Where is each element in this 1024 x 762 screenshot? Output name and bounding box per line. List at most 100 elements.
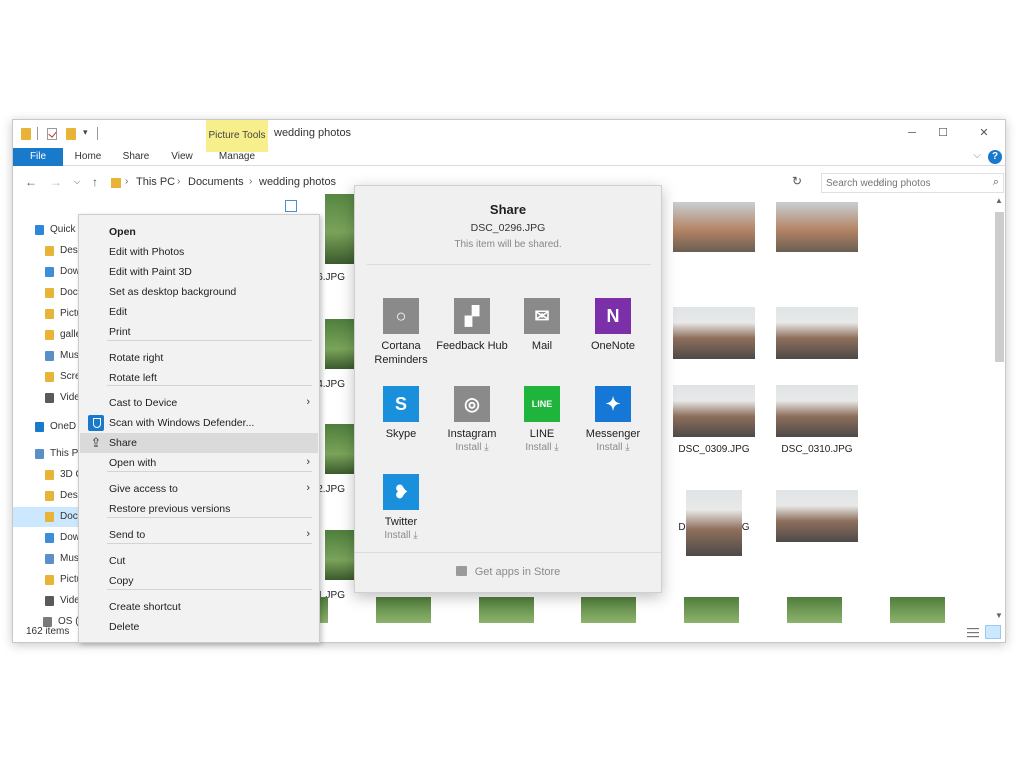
store-link-label: Get apps in Store [474, 566, 561, 578]
properties-icon[interactable] [47, 128, 57, 140]
menu-item-edit-with-photos[interactable]: Edit with Photos [80, 242, 318, 262]
file-thumbnail[interactable] [581, 597, 636, 623]
scroll-up-icon[interactable]: ▲ [992, 196, 1005, 205]
share-app-skype[interactable]: S Skype [361, 386, 441, 466]
file-thumbnail[interactable] [787, 597, 842, 623]
menu-item-cast-to-device[interactable]: Cast to Device › [80, 393, 318, 413]
menu-item-give-access-to[interactable]: Give access to › [80, 479, 318, 499]
chevron-right-icon[interactable]: › [177, 176, 180, 187]
menu-item-label: Rename [109, 641, 149, 642]
scrollbar-thumb[interactable] [995, 212, 1004, 362]
close-button[interactable]: ✕ [971, 124, 997, 142]
back-icon[interactable]: ← [23, 174, 39, 190]
menu-item-open-with[interactable]: Open with › [80, 453, 318, 473]
scroll-down-icon[interactable]: ▼ [992, 611, 1005, 620]
menu-item-edit-with-paint-3d[interactable]: Edit with Paint 3D [80, 262, 318, 282]
customize-qat-icon[interactable]: ▾ [83, 127, 88, 138]
menu-item-delete[interactable]: Delete [80, 617, 318, 637]
file-thumbnail[interactable] [479, 597, 534, 623]
folder-icon [111, 178, 121, 188]
expand-ribbon-icon[interactable]: ⌵ [973, 150, 981, 161]
feedback-hub-icon: ▞ [454, 298, 490, 334]
menu-item-label: Open with [109, 457, 157, 469]
download-icon [45, 267, 54, 277]
share-app-twitter[interactable]: ❥ Twitter Install ⤓ [361, 474, 441, 554]
share-note: This item will be shared. [454, 239, 562, 250]
share-app-mail[interactable]: ✉ Mail [502, 298, 582, 378]
search-icon[interactable]: ⌕ [993, 176, 999, 189]
menu-item-share[interactable]: ⇪ Share [80, 433, 318, 453]
maximize-button[interactable]: ☐ [930, 124, 956, 142]
up-icon[interactable]: ↑ [87, 174, 103, 190]
menu-item-copy[interactable]: Copy [80, 571, 318, 591]
folder-icon [45, 512, 54, 522]
share-app-name: Skype [385, 428, 417, 440]
file-thumbnail[interactable] [376, 597, 431, 623]
picture-tools-label: Picture Tools [208, 130, 266, 141]
help-icon[interactable]: ? [988, 150, 1002, 164]
music-icon [45, 351, 54, 361]
share-app-messenger[interactable]: ✦ Messenger Install ⤓ [573, 386, 653, 466]
menu-item-print[interactable]: Print [80, 322, 318, 342]
menu-item-rotate-left[interactable]: Rotate left [80, 368, 318, 388]
selection-checkbox[interactable] [285, 200, 297, 212]
file-thumbnail[interactable] [684, 597, 739, 623]
refresh-icon[interactable]: ↻ [792, 174, 802, 188]
folder-icon[interactable] [21, 128, 31, 140]
share-app-onenote[interactable]: N OneNote [573, 298, 653, 378]
breadcrumb-wedding-photos[interactable]: wedding photos [259, 176, 336, 188]
thumbnail-image [776, 307, 858, 359]
chevron-right-icon[interactable]: › [125, 176, 128, 187]
twitter-icon: ❥ [383, 474, 419, 510]
search-box[interactable]: ⌕ [821, 173, 1004, 193]
download-icon [45, 533, 54, 543]
share-app-line[interactable]: LINE LINE Install ⤓ [502, 386, 582, 466]
breadcrumb-documents[interactable]: Documents [188, 176, 244, 188]
install-label[interactable]: Install ⤓ [573, 442, 653, 453]
nav-item-label: Dow [60, 532, 81, 543]
tab-manage[interactable]: Manage [213, 148, 261, 166]
breadcrumb-this-pc[interactable]: This PC [136, 176, 175, 188]
tab-view[interactable]: View [167, 148, 197, 166]
menu-item-send-to[interactable]: Send to › [80, 525, 318, 545]
menu-item-set-as-desktop-background[interactable]: Set as desktop background [80, 282, 318, 302]
menu-item-rename[interactable]: Rename [80, 637, 318, 642]
chevron-right-icon: › [306, 396, 310, 408]
tab-home[interactable]: Home [73, 148, 103, 166]
menu-item-label: Send to [109, 529, 146, 541]
file-thumbnail[interactable] [890, 597, 945, 623]
menu-item-cut[interactable]: Cut [80, 551, 318, 571]
forward-icon[interactable]: → [48, 174, 64, 190]
menu-item-scan-with-windows-defender[interactable]: Scan with Windows Defender... [80, 413, 318, 433]
minimize-button[interactable]: ─ [899, 124, 925, 142]
share-app-instagram[interactable]: ◎ Instagram Install ⤓ [432, 386, 512, 466]
large-icons-view-icon[interactable] [985, 625, 1001, 639]
tab-file[interactable]: File [13, 148, 63, 166]
install-label[interactable]: Install ⤓ [361, 530, 441, 541]
recent-locations-icon[interactable]: ⌵ [69, 174, 85, 190]
menu-item-restore-previous-versions[interactable]: Restore previous versions [80, 499, 318, 519]
details-view-icon[interactable] [967, 627, 979, 638]
divider [37, 127, 38, 140]
chevron-right-icon: › [306, 482, 310, 494]
install-label[interactable]: Install ⤓ [502, 442, 582, 453]
tab-share[interactable]: Share [121, 148, 151, 166]
new-folder-icon[interactable] [66, 128, 76, 140]
share-app-cortana-reminders[interactable]: ○ Cortana Reminders [361, 298, 441, 378]
search-input[interactable] [826, 176, 976, 190]
menu-item-open[interactable]: Open [80, 222, 318, 242]
menu-item-create-shortcut[interactable]: Create shortcut [80, 597, 318, 617]
chevron-right-icon[interactable]: › [249, 176, 252, 187]
vertical-scrollbar[interactable]: ▲ ▼ [992, 194, 1005, 624]
get-apps-in-store-link[interactable]: Get apps in Store [355, 566, 661, 578]
nav-item-label: OneD [50, 421, 77, 432]
menu-item-label: Give access to [109, 483, 178, 495]
share-app-feedback-hub[interactable]: ▞ Feedback Hub [432, 298, 512, 378]
divider [97, 127, 98, 140]
menu-item-edit[interactable]: Edit [80, 302, 318, 322]
video-icon [45, 596, 54, 606]
nav-item-label: Dow [60, 266, 81, 277]
menu-item-rotate-right[interactable]: Rotate right [80, 348, 318, 368]
install-label[interactable]: Install ⤓ [432, 442, 512, 453]
folder-icon [45, 288, 54, 298]
